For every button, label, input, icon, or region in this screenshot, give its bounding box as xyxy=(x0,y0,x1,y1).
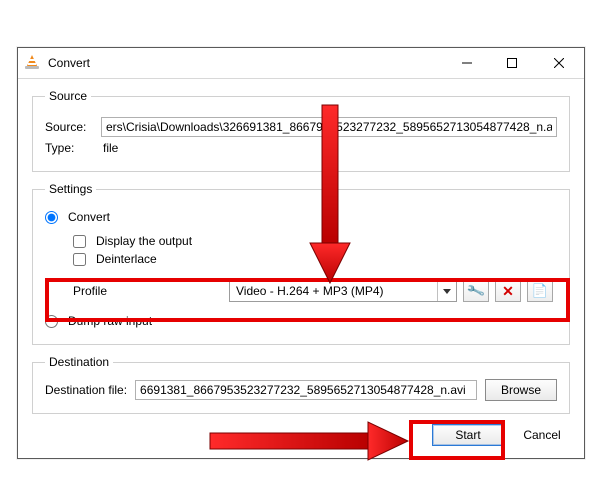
new-document-icon: 📄 xyxy=(532,283,548,299)
source-group: Source Source: Type: file xyxy=(32,89,570,172)
delete-profile-button[interactable]: ✕ xyxy=(495,280,521,302)
chevron-down-icon xyxy=(437,281,456,301)
type-value: file xyxy=(101,141,118,155)
settings-group-label: Settings xyxy=(45,182,96,196)
display-output-checkbox[interactable] xyxy=(73,235,86,248)
profile-label: Profile xyxy=(49,284,223,298)
source-input[interactable] xyxy=(101,117,557,137)
source-label: Source: xyxy=(45,120,93,134)
browse-button[interactable]: Browse xyxy=(485,379,557,401)
titlebar: Convert xyxy=(18,48,584,79)
cancel-button[interactable]: Cancel xyxy=(518,424,566,446)
window-title: Convert xyxy=(48,56,444,70)
destination-group-label: Destination xyxy=(45,355,113,369)
destination-file-input[interactable] xyxy=(135,380,477,400)
destination-file-label: Destination file: xyxy=(45,383,127,397)
deinterlace-checkbox[interactable] xyxy=(73,253,86,266)
dump-raw-radio[interactable] xyxy=(45,315,58,328)
convert-radio-label: Convert xyxy=(68,210,110,224)
settings-group: Settings Convert Display the output Dein… xyxy=(32,182,570,345)
edit-profile-button[interactable]: 🔧 xyxy=(463,280,489,302)
close-button[interactable] xyxy=(534,48,584,78)
browse-button-label: Browse xyxy=(501,383,541,397)
vlc-cone-icon xyxy=(26,55,42,71)
profile-value: Video - H.264 + MP3 (MP4) xyxy=(236,284,384,298)
start-button-label: Start xyxy=(455,428,480,442)
deinterlace-label: Deinterlace xyxy=(96,252,157,266)
new-profile-button[interactable]: 📄 xyxy=(527,280,553,302)
start-button[interactable]: Start xyxy=(432,424,504,446)
convert-radio[interactable] xyxy=(45,211,58,224)
destination-group: Destination Destination file: Browse xyxy=(32,355,570,414)
delete-x-icon: ✕ xyxy=(502,284,514,298)
maximize-button[interactable] xyxy=(489,48,534,78)
dump-raw-label: Dump raw input xyxy=(68,314,152,328)
profile-combobox[interactable]: Video - H.264 + MP3 (MP4) xyxy=(229,280,457,302)
display-output-label: Display the output xyxy=(96,234,192,248)
source-group-label: Source xyxy=(45,89,91,103)
cancel-button-label: Cancel xyxy=(523,428,560,442)
wrench-icon: 🔧 xyxy=(466,281,487,302)
convert-window: Convert Source Source: Type: file Settin… xyxy=(17,47,585,459)
type-label: Type: xyxy=(45,141,93,155)
minimize-button[interactable] xyxy=(444,48,489,78)
